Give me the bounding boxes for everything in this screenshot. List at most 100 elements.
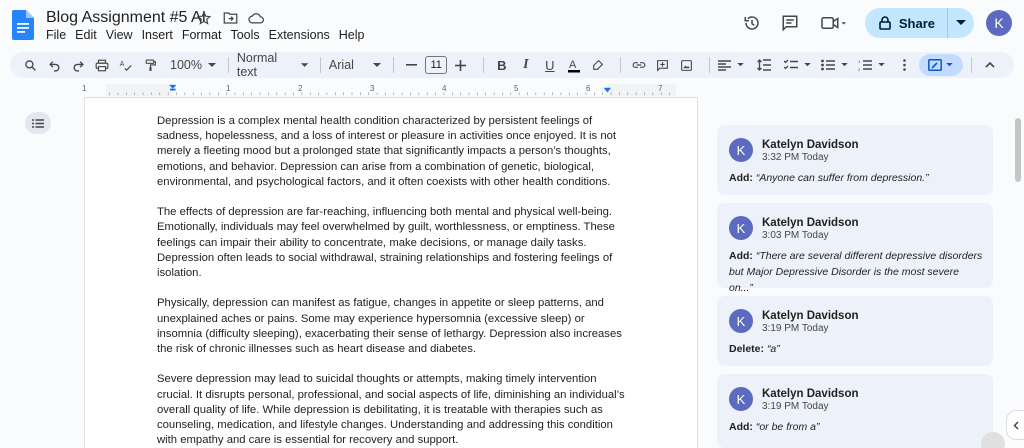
suggestion-action: Add: <box>729 421 753 433</box>
editing-mode-select[interactable] <box>918 54 964 76</box>
toolbar-divider <box>320 57 321 73</box>
docs-logo-icon[interactable] <box>12 10 34 40</box>
spellcheck-icon[interactable]: A <box>116 55 136 75</box>
numbered-list-select[interactable]: 12 <box>858 59 885 71</box>
ruler-number: 4 <box>442 84 447 93</box>
toolbar-divider <box>392 57 394 73</box>
comment-author: Katelyn Davidson <box>762 139 859 151</box>
suggestion-text: “or be from a” <box>755 421 820 433</box>
checklist-icon <box>783 59 798 70</box>
comments-icon[interactable] <box>779 12 801 34</box>
menu-file[interactable]: File <box>46 28 72 42</box>
move-folder-icon[interactable] <box>222 10 238 26</box>
align-select[interactable] <box>717 59 744 71</box>
ruler-number: 1 <box>226 84 231 93</box>
share-dropdown-icon[interactable] <box>948 20 974 26</box>
highlight-color-icon[interactable] <box>588 55 608 75</box>
checklist-select[interactable] <box>783 59 811 71</box>
vertical-scrollbar[interactable] <box>1015 118 1021 182</box>
comment-time: 3:03 PM Today <box>762 230 829 241</box>
suggestion-text: “There are several different depressive … <box>755 250 983 262</box>
text-color-icon[interactable]: A <box>564 55 584 75</box>
toolbar-divider <box>227 57 229 73</box>
menu-insert[interactable]: Insert <box>142 28 179 42</box>
star-icon[interactable] <box>196 10 212 26</box>
grammarly-badge-icon[interactable] <box>981 432 1005 448</box>
bulleted-list-select[interactable] <box>820 59 848 71</box>
comment-avatar: K <box>729 309 753 333</box>
toolbar-divider <box>619 57 621 73</box>
svg-text:A: A <box>569 59 577 71</box>
menu-help[interactable]: Help <box>339 28 371 42</box>
cloud-saved-icon[interactable] <box>248 10 264 26</box>
font-value: Arial <box>328 58 354 72</box>
paragraph[interactable]: The effects of depression are far-reachi… <box>157 205 625 281</box>
zoom-select[interactable]: 100% <box>170 58 216 72</box>
account-avatar[interactable]: K <box>986 10 1012 36</box>
line-spacing-icon[interactable] <box>754 55 774 75</box>
menu-extensions[interactable]: Extensions <box>269 28 336 42</box>
document-outline-button[interactable] <box>25 112 51 134</box>
document-page[interactable]: Depression is a complex mental health co… <box>84 98 698 448</box>
undo-icon[interactable] <box>44 55 64 75</box>
outline-list-icon <box>32 118 44 128</box>
suggestion-action: Add: <box>729 250 753 262</box>
more-options-icon[interactable] <box>895 55 915 75</box>
menu-edit[interactable]: Edit <box>75 28 103 42</box>
document-body[interactable]: Depression is a complex mental health co… <box>157 114 625 448</box>
suggestion-card[interactable]: K Katelyn Davidson 3:19 PM Today Add: “o… <box>717 374 993 448</box>
formatting-toolbar: A 100% Normal text Arial 11 B I U A 12 <box>10 51 1014 79</box>
suggestion-action: Delete: <box>729 343 765 355</box>
increase-font-size-icon[interactable] <box>451 55 471 75</box>
zoom-value: 100% <box>170 58 202 72</box>
paragraph-style-select[interactable]: Normal text <box>236 51 309 79</box>
share-label: Share <box>898 15 935 31</box>
menu-view[interactable]: View <box>106 28 139 42</box>
font-select[interactable]: Arial <box>329 58 381 72</box>
chevron-down-icon <box>736 63 744 67</box>
ruler-number: 7 <box>658 84 663 93</box>
italic-icon[interactable]: I <box>516 55 536 75</box>
suggestion-card[interactable]: K Katelyn Davidson 3:32 PM Today Add: “A… <box>717 125 993 195</box>
suggestion-text: “a” <box>766 343 780 355</box>
ruler-number: 3 <box>370 84 375 93</box>
paint-format-icon[interactable] <box>140 55 160 75</box>
paragraph[interactable]: Physically, depression can manifest as f… <box>157 296 625 357</box>
chevron-left-icon <box>1012 420 1019 430</box>
version-history-icon[interactable] <box>741 12 763 34</box>
paragraph[interactable]: Severe depression may lead to suicidal t… <box>157 372 625 448</box>
comment-avatar: K <box>729 138 753 162</box>
ruler-number: 6 <box>586 84 591 93</box>
decrease-font-size-icon[interactable] <box>401 55 421 75</box>
svg-text:A: A <box>120 61 125 68</box>
search-menus-icon[interactable] <box>20 55 40 75</box>
print-icon[interactable] <box>92 55 112 75</box>
suggestion-card[interactable]: K Katelyn Davidson 3:03 PM Today Add: “T… <box>717 203 993 294</box>
share-button[interactable]: Share <box>864 8 974 38</box>
ruler-number: 5 <box>514 84 519 93</box>
paragraph-style-value: Normal text <box>236 51 278 79</box>
underline-icon[interactable]: U <box>540 55 560 75</box>
hide-menus-icon[interactable] <box>980 55 1000 75</box>
font-size-input[interactable]: 11 <box>425 56 447 74</box>
redo-icon[interactable] <box>68 55 88 75</box>
insert-image-icon[interactable] <box>677 55 697 75</box>
suggesting-mode-icon <box>928 59 943 71</box>
paragraph[interactable]: Depression is a complex mental health co… <box>157 114 625 190</box>
ruler-number: 1 <box>82 84 87 93</box>
bold-icon[interactable]: B <box>492 55 512 75</box>
chevron-down-icon <box>946 63 954 67</box>
insert-link-icon[interactable] <box>629 55 649 75</box>
add-comment-icon[interactable] <box>653 55 673 75</box>
side-panel-toggle[interactable] <box>1006 410 1024 440</box>
horizontal-ruler[interactable]: 1 1 2 3 4 5 6 7 <box>82 84 698 98</box>
suggestion-card[interactable]: K Katelyn Davidson 3:19 PM Today Delete:… <box>717 296 993 366</box>
comment-time: 3:19 PM Today <box>762 401 829 412</box>
comment-author: Katelyn Davidson <box>762 217 859 229</box>
document-title[interactable]: Blog Assignment #5 AI <box>46 9 206 27</box>
menu-format[interactable]: Format <box>182 28 228 42</box>
menu-tools[interactable]: Tools <box>230 28 265 42</box>
meet-icon[interactable] <box>817 12 851 34</box>
toolbar-divider <box>482 57 484 73</box>
bulleted-list-icon <box>820 59 835 71</box>
